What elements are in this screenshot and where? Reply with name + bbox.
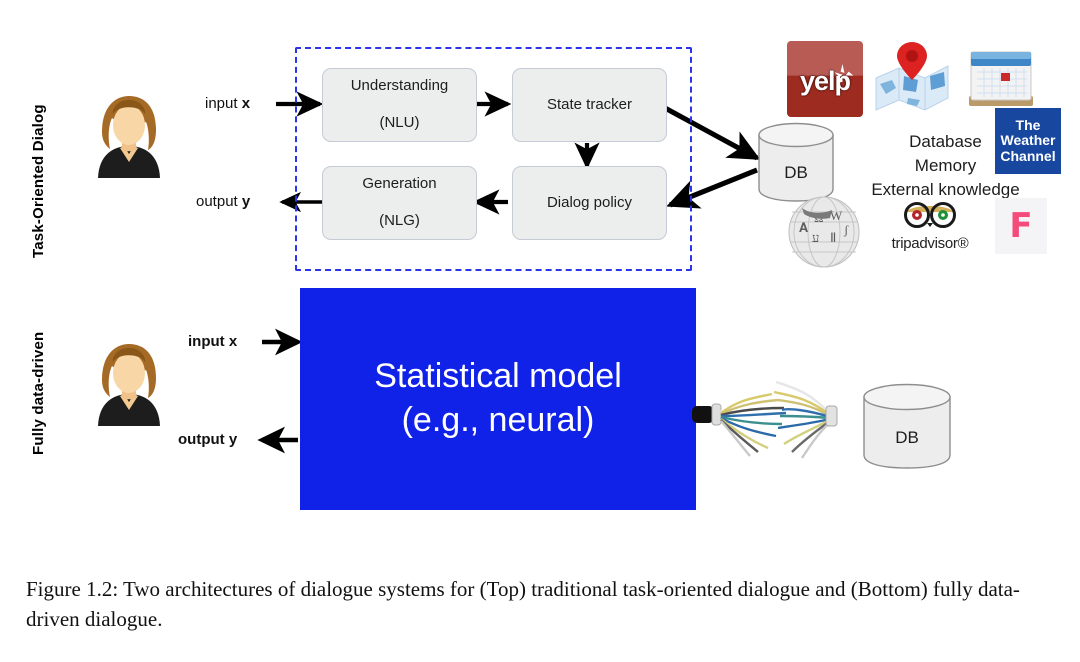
calendar-icon <box>965 42 1037 114</box>
input-label-top-text: input <box>205 95 242 112</box>
svg-text:𝐀: 𝐀 <box>799 220 808 235</box>
db-label-bottom: DB <box>895 428 919 447</box>
input-var-top: x <box>241 95 251 112</box>
statistical-model-line2: (e.g., neural) <box>401 401 595 439</box>
statistical-model-line1: Statistical model <box>374 357 622 396</box>
wikipedia-globe-icon: Ω W ע Ⅱ 𝐀 ʃ <box>786 194 862 270</box>
input-label-bottom: input x <box>188 333 237 350</box>
twc-line1: The <box>1015 117 1041 134</box>
user-avatar-bottom <box>90 340 168 426</box>
row-label-task-oriented: Task-Oriented Dialog <box>30 104 47 258</box>
module-dialog-policy-line1: Dialog policy <box>546 193 633 211</box>
figure-caption: Figure 1.2: Two architectures of dialogu… <box>26 577 1020 631</box>
cable-bundle-icon <box>692 380 838 459</box>
row-label-fully-data-driven: Fully data-driven <box>30 331 47 455</box>
module-nlu-line2: (NLU) <box>379 114 420 132</box>
module-nlu[interactable]: Understanding (NLU) <box>322 68 477 142</box>
output-label-top: output y <box>196 193 250 210</box>
svg-text:Ⅱ: Ⅱ <box>830 230 836 245</box>
foursquare-glyph: F <box>1009 206 1033 246</box>
svg-text:W: W <box>830 208 843 223</box>
output-label-bottom-text: output <box>178 431 229 448</box>
output-label-top-text: output <box>196 193 242 210</box>
input-label-top: input x <box>205 95 250 112</box>
module-nlu-line1: Understanding <box>350 76 449 94</box>
yelp-burst-icon <box>834 64 854 86</box>
module-state-tracker[interactable]: State tracker <box>512 68 667 142</box>
input-label-bottom-text: input <box>188 333 229 350</box>
module-nlg-line2: (NLG) <box>379 212 420 230</box>
output-var-bottom: y <box>228 431 238 448</box>
statistical-model-box[interactable]: Statistical model (e.g., neural) <box>300 288 696 510</box>
output-label-bottom: output y <box>178 431 237 448</box>
input-var-bottom: x <box>228 333 238 350</box>
module-dialog-policy[interactable]: Dialog policy <box>512 166 667 240</box>
twc-line2: Weather <box>1000 132 1056 149</box>
module-nlg-line1: Generation <box>362 174 437 192</box>
user-avatar-top <box>90 92 168 178</box>
yelp-logo: yelp <box>787 41 863 117</box>
weather-channel-logo: The Weather Channel <box>995 108 1061 174</box>
module-nlg[interactable]: Generation (NLG) <box>322 166 477 240</box>
tripadvisor-wordmark: tripadvisor® <box>891 235 969 252</box>
db-cylinder-bottom: DB <box>862 382 952 472</box>
output-var-top: y <box>241 193 251 210</box>
map-pin-icon <box>872 40 952 118</box>
svg-text:ʃ: ʃ <box>843 222 849 237</box>
figure-canvas: Task-Oriented Dialog input x output y Un… <box>0 0 1080 560</box>
tripadvisor-logo: tripadvisor® <box>880 200 980 256</box>
tripadvisor-owl-icon <box>904 202 956 228</box>
foursquare-logo: F <box>995 198 1047 254</box>
module-state-tracker-line1: State tracker <box>546 95 633 113</box>
twc-line3: Channel <box>1000 147 1056 164</box>
db-cylinder-top: DB <box>757 121 835 203</box>
db-label-top: DB <box>784 163 808 182</box>
svg-text:ע: ע <box>812 230 819 245</box>
